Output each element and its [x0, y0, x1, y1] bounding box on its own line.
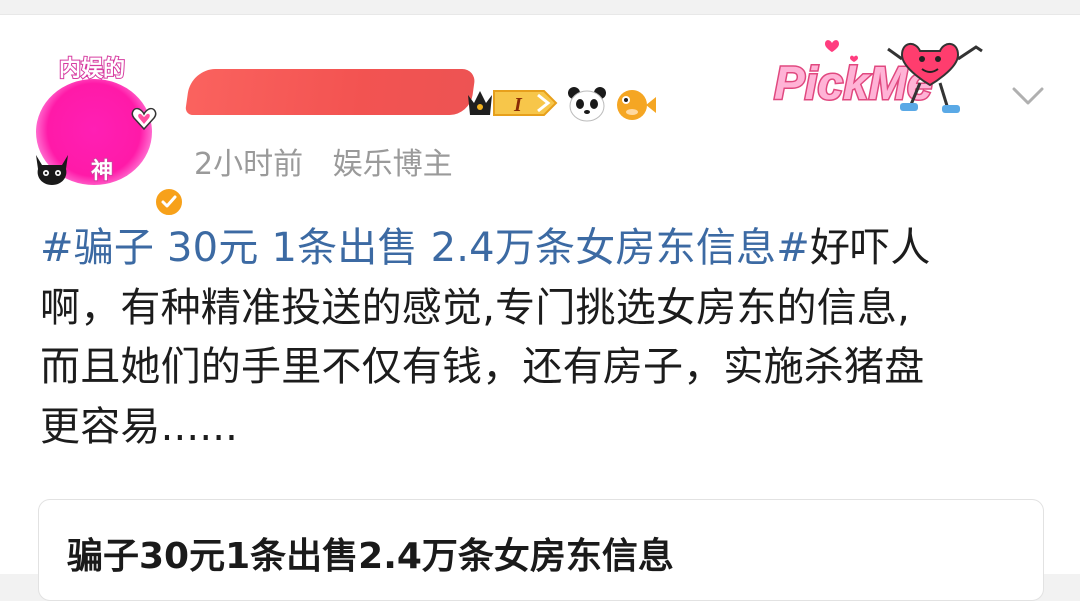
- post-line-1: #骗子 30元 1条出售 2.4万条女房东信息#好吓人: [40, 225, 931, 271]
- linked-article-card[interactable]: 骗子30元1条出售2.4万条女房东信息: [38, 499, 1044, 601]
- username-redacted[interactable]: [184, 69, 477, 115]
- linked-article-title: 骗子30元1条出售2.4万条女房东信息: [67, 536, 674, 577]
- post-line-4: 更容易......: [40, 403, 239, 450]
- topic-link[interactable]: #骗子 30元 1条出售 2.4万条女房东信息#: [40, 225, 810, 271]
- post-line-3: 而且她们的手里不仅有钱，还有房子，实施杀猪盘: [40, 344, 925, 390]
- black-cat-icon: [36, 155, 68, 185]
- avatar-top-text: 内娱的: [58, 56, 126, 83]
- weibo-post-card: 内娱的 神 I 2小时前 娱乐博主 PickMe #骗子 30元 1条出售 2.…: [0, 14, 1080, 601]
- post-category: 娱乐博主: [332, 147, 453, 182]
- avatar-bottom-text: 神: [90, 158, 114, 185]
- post-time: 2小时前: [194, 147, 304, 182]
- post-body: #骗子 30元 1条出售 2.4万条女房东信息#好吓人 啊，有种精准投送的感觉,…: [40, 219, 1050, 457]
- verified-badge-icon: [154, 187, 184, 217]
- avatar[interactable]: 内娱的 神: [30, 51, 184, 217]
- chevron-down-icon[interactable]: [1010, 83, 1046, 109]
- post-meta: 2小时前 娱乐博主: [194, 145, 473, 185]
- pickme-sticker: PickMe: [773, 40, 983, 113]
- pufferfish-icon: [617, 90, 656, 120]
- heart-icon: [131, 107, 157, 131]
- post-line-2: 啊，有种精准投送的感觉,专门挑选女房东的信息,: [40, 284, 911, 331]
- level-badge-text: I: [513, 94, 523, 116]
- panda-icon: [568, 87, 606, 122]
- crown-level-badge-icon: I: [468, 90, 558, 116]
